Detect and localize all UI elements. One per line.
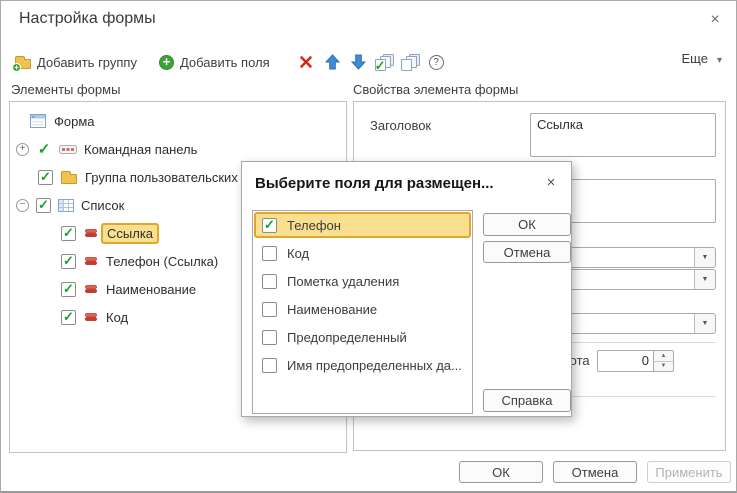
field-row-deletion-mark[interactable]: Пометка удаления (254, 267, 471, 295)
add-group-button[interactable]: + Добавить группу (15, 55, 137, 70)
checkbox[interactable] (262, 302, 277, 317)
help-question-icon: ? (429, 55, 444, 70)
form-icon (30, 114, 46, 128)
uncheck-all-pages-icon (401, 54, 420, 71)
plus-badge-icon: + (12, 63, 21, 72)
modal-title: Выберите поля для размещен... (255, 175, 494, 192)
elements-section-label: Элементы формы (11, 82, 120, 97)
tree-item-label-selected[interactable]: Ссылка (101, 223, 159, 244)
add-group-label: Добавить группу (37, 55, 137, 70)
tree-item-label[interactable]: Наименование (106, 282, 196, 297)
delete-x-icon (299, 55, 313, 69)
modal-close-icon[interactable]: × (541, 172, 561, 192)
dialog-title: Настройка формы (19, 10, 156, 28)
tree-item-command-panel[interactable]: Командная панель (16, 136, 344, 162)
field-icon (85, 313, 97, 321)
field-label[interactable]: Имя предопределенных да... (287, 358, 462, 373)
modal-ok-button[interactable]: ОК (483, 213, 571, 236)
modal-cancel-button[interactable]: Отмена (483, 241, 571, 263)
expand-icon[interactable] (16, 143, 29, 156)
field-icon (85, 285, 97, 293)
close-icon[interactable]: × (704, 9, 726, 31)
check-all-button[interactable]: ✓ (372, 50, 397, 74)
dropdown-arrow-icon[interactable] (694, 270, 715, 289)
delete-button[interactable] (294, 50, 319, 74)
modal-help-button[interactable]: Справка (483, 389, 571, 412)
form-settings-dialog: Настройка формы × + Добавить группу + До… (0, 0, 737, 493)
toolbar: + Добавить группу + Добавить поля ✓ ? (15, 48, 450, 76)
checkbox[interactable] (262, 218, 277, 233)
apply-button: Применить (647, 461, 731, 483)
move-up-button[interactable] (320, 50, 345, 74)
spinner-down-icon[interactable]: ▼ (654, 362, 673, 372)
height-spinner[interactable]: ▲▼ (654, 350, 674, 372)
uncheck-all-button[interactable] (398, 50, 423, 74)
checkbox[interactable] (262, 246, 277, 261)
checkbox[interactable] (61, 226, 76, 241)
tree-item-label[interactable]: Командная панель (84, 142, 197, 157)
field-row-phone[interactable]: Телефон (254, 212, 471, 238)
add-fields-button[interactable]: + Добавить поля (159, 55, 270, 70)
dropdown-arrow-icon[interactable] (694, 314, 715, 333)
fields-list: Телефон Код Пометка удаления Наименовани… (252, 210, 473, 414)
checkbox[interactable] (36, 198, 51, 213)
cancel-button[interactable]: Отмена (553, 461, 637, 483)
add-fields-plus-icon: + (159, 55, 174, 70)
tree-item-label[interactable]: Группа пользовательских (85, 170, 238, 185)
check-all-pages-icon: ✓ (375, 54, 394, 71)
arrow-down-icon (351, 54, 366, 70)
table-icon (58, 199, 74, 212)
field-row-predefined[interactable]: Предопределенный (254, 323, 471, 351)
dropdown-arrow-icon[interactable] (694, 248, 715, 267)
spinner-up-icon[interactable]: ▲ (654, 351, 673, 362)
field-icon (85, 229, 97, 237)
field-row-code[interactable]: Код (254, 239, 471, 267)
field-row-predefined-data-name[interactable]: Имя предопределенных да... (254, 351, 471, 379)
properties-section-label: Свойства элемента формы (353, 82, 518, 97)
checkbox[interactable] (262, 274, 277, 289)
checkbox[interactable] (262, 358, 277, 373)
checkbox[interactable] (61, 254, 76, 269)
checkbox[interactable] (61, 282, 76, 297)
field-row-name[interactable]: Наименование (254, 295, 471, 323)
field-label[interactable]: Код (287, 246, 309, 261)
move-down-button[interactable] (346, 50, 371, 74)
chevron-down-icon (717, 51, 722, 66)
field-label[interactable]: Наименование (287, 302, 377, 317)
field-label[interactable]: Телефон (287, 218, 341, 233)
folder-icon (61, 174, 77, 184)
checkbox[interactable] (38, 170, 53, 185)
check-icon[interactable] (36, 140, 52, 158)
collapse-icon[interactable] (16, 199, 29, 212)
caption-label: Заголовок (370, 118, 431, 133)
tree-item-label[interactable]: Код (106, 310, 128, 325)
checkbox[interactable] (61, 310, 76, 325)
add-fields-label: Добавить поля (180, 55, 270, 70)
more-label: Еще (682, 51, 708, 66)
command-bar-icon (59, 145, 77, 154)
tree-item-label[interactable]: Форма (54, 114, 95, 129)
tree-item-label[interactable]: Телефон (Ссылка) (106, 254, 218, 269)
checkbox[interactable] (262, 330, 277, 345)
ok-button[interactable]: ОК (459, 461, 543, 483)
help-button[interactable]: ? (424, 50, 449, 74)
tree-item-form[interactable]: Форма (30, 108, 344, 134)
arrow-up-icon (325, 54, 340, 70)
field-icon (85, 257, 97, 265)
select-fields-modal: Выберите поля для размещен... × Телефон … (241, 161, 572, 417)
tree-item-label[interactable]: Список (81, 198, 124, 213)
add-group-folder-icon: + (15, 59, 31, 69)
field-label[interactable]: Пометка удаления (287, 274, 399, 289)
height-input[interactable]: 0 (597, 350, 654, 372)
more-button[interactable]: Еще (682, 51, 722, 66)
field-label[interactable]: Предопределенный (287, 330, 407, 345)
caption-input[interactable]: Ссылка (530, 113, 716, 157)
